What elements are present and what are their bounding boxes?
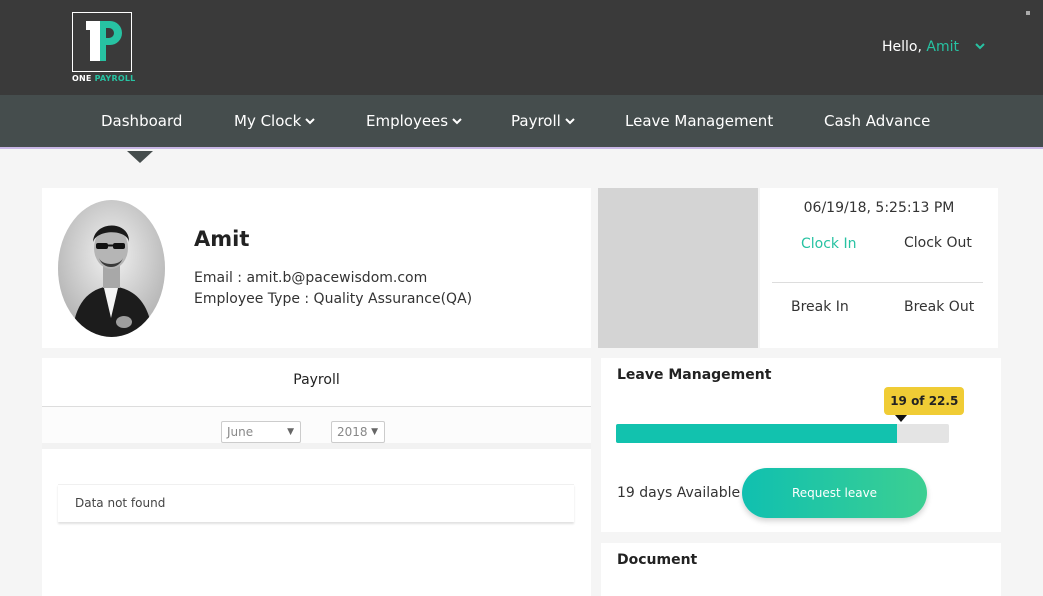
leave-progress-track [616,424,949,443]
main-nav-bar: Dashboard My Clock Employees Payroll Lea… [0,95,1043,149]
clock-datetime: 06/19/18, 5:25:13 PM [803,200,955,216]
payroll-section-separator [42,443,591,449]
document-card: Document [601,543,1001,596]
profile-name: Amit [194,227,250,251]
nav-item-employees-label: Employees [366,112,449,130]
dropdown-arrow-icon: ▼ [287,427,294,437]
chevron-down-icon [305,117,316,124]
nav-item-my-clock-label: My Clock [234,112,302,130]
nav-item-cash-advance[interactable]: Cash Advance [824,95,930,147]
leave-days-available: 19 days Available [617,485,741,501]
avatar [58,200,165,337]
break-in-button[interactable]: Break In [791,299,849,315]
payroll-month-value: June [227,425,254,439]
chevron-down-icon [565,117,575,124]
payroll-year-value: 2018 [337,425,368,439]
nav-item-leave-management-label: Leave Management [625,112,774,130]
leave-progress-fill [616,424,898,443]
payroll-year-select[interactable]: 2018 ▼ [331,421,385,443]
payroll-title: Payroll [293,372,340,388]
top-header: ONE PAYROLL Hello, Amit [0,0,1043,95]
leave-progress-tooltip: 19 of 22.5 [884,387,965,415]
user-menu-chevron-down-icon[interactable] [974,41,986,51]
logo-wordmark: ONE PAYROLL [72,74,135,83]
chevron-down-icon [452,117,462,124]
leave-tooltip-pointer-icon [895,415,908,422]
greeting-user-name: Amit [926,39,959,55]
clock-divider [772,282,983,283]
clock-photo-placeholder [598,188,758,348]
nav-item-my-clock[interactable]: My Clock [234,95,316,147]
break-out-button[interactable]: Break Out [904,299,974,315]
leave-management-title: Leave Management [617,367,772,383]
logo-word-payroll: PAYROLL [94,74,136,83]
nav-item-dashboard[interactable]: Dashboard [101,95,182,147]
one-payroll-logo[interactable] [72,12,132,72]
nav-item-employees[interactable]: Employees [366,95,462,147]
leave-management-card: Leave Management 19 of 22.5 19 days Avai… [601,358,1001,532]
payroll-empty-message: Data not found [75,496,166,510]
payroll-month-select[interactable]: June ▼ [221,421,301,443]
nav-item-cash-advance-label: Cash Advance [824,112,931,130]
profile-email: Email : amit.b@pacewisdom.com [194,270,428,286]
dropdown-arrow-icon: ▼ [371,427,378,437]
profile-employee-type: Employee Type : Quality Assurance(QA) [194,291,473,307]
clock-card: 06/19/18, 5:25:13 PM Clock In Clock Out … [760,188,998,348]
profile-card: Amit Email : amit.b@pacewisdom.com Emplo… [42,188,591,348]
nav-item-dashboard-label: Dashboard [101,112,183,130]
nav-item-payroll[interactable]: Payroll [511,95,575,147]
clock-out-button[interactable]: Clock Out [904,235,972,251]
greeting-text: Hello, [882,39,922,55]
nav-item-payroll-label: Payroll [511,112,561,130]
payroll-card: Payroll [42,358,591,596]
nav-item-leave-management[interactable]: Leave Management [625,95,773,147]
document-title: Document [617,552,698,568]
logo-word-one: ONE [72,74,92,83]
payroll-data-table: Data not found [58,484,574,522]
clock-in-button[interactable]: Clock In [801,236,857,252]
user-greeting[interactable]: Hello, Amit [882,39,959,55]
payroll-filter-bar [42,407,591,445]
request-leave-button[interactable]: Request leave [742,468,927,518]
window-corner-icon [1026,11,1030,15]
active-nav-pointer-icon [127,151,153,163]
